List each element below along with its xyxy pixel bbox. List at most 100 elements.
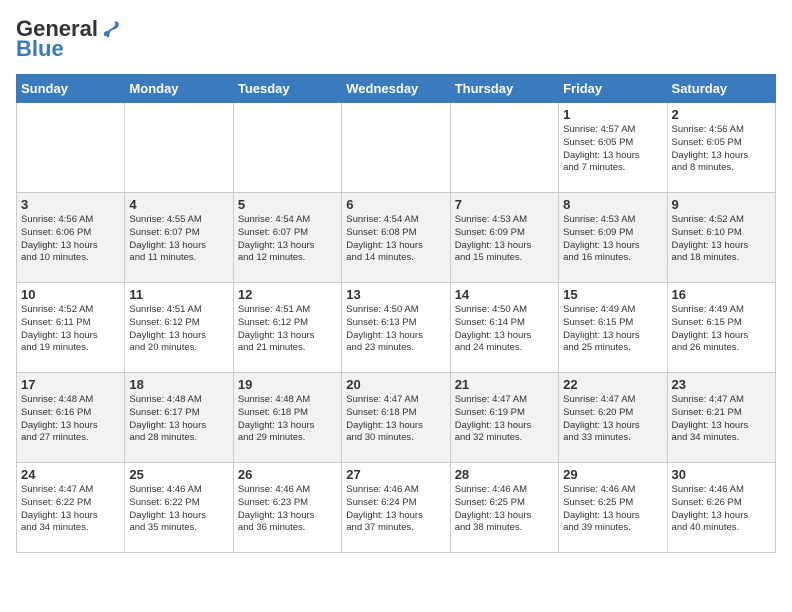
cell-daylight-info: Sunrise: 4:46 AM Sunset: 6:23 PM Dayligh… [238,484,337,535]
calendar-week-row: 10 Sunrise: 4:52 AM Sunset: 6:11 PM Dayli… [17,283,776,373]
day-number: 15 [563,287,662,302]
day-number: 16 [672,287,771,302]
cell-daylight-info: Sunrise: 4:46 AM Sunset: 6:22 PM Dayligh… [129,484,228,535]
cell-daylight-info: Sunrise: 4:46 AM Sunset: 6:26 PM Dayligh… [672,484,771,535]
calendar-cell: 18 Sunrise: 4:48 AM Sunset: 6:17 PM Dayli… [125,373,233,463]
cell-daylight-info: Sunrise: 4:47 AM Sunset: 6:18 PM Dayligh… [346,394,445,445]
day-number: 20 [346,377,445,392]
day-number: 19 [238,377,337,392]
day-number: 11 [129,287,228,302]
calendar-day-header: Sunday [17,75,125,103]
calendar-cell: 30 Sunrise: 4:46 AM Sunset: 6:26 PM Dayli… [667,463,775,553]
day-number: 29 [563,467,662,482]
page-header: General Blue [16,16,776,62]
day-number: 13 [346,287,445,302]
cell-daylight-info: Sunrise: 4:54 AM Sunset: 6:07 PM Dayligh… [238,214,337,265]
calendar-cell: 11 Sunrise: 4:51 AM Sunset: 6:12 PM Dayli… [125,283,233,373]
calendar-day-header: Monday [125,75,233,103]
cell-daylight-info: Sunrise: 4:54 AM Sunset: 6:08 PM Dayligh… [346,214,445,265]
day-number: 1 [563,107,662,122]
cell-daylight-info: Sunrise: 4:50 AM Sunset: 6:13 PM Dayligh… [346,304,445,355]
calendar-cell: 3 Sunrise: 4:56 AM Sunset: 6:06 PM Daylig… [17,193,125,283]
day-number: 9 [672,197,771,212]
cell-daylight-info: Sunrise: 4:53 AM Sunset: 6:09 PM Dayligh… [455,214,554,265]
calendar-cell: 15Sunrise: 4:49 AM Sunset: 6:15 PM Dayli… [559,283,667,373]
cell-daylight-info: Sunrise: 4:49 AM Sunset: 6:15 PM Dayligh… [672,304,771,355]
calendar-cell: 13 Sunrise: 4:50 AM Sunset: 6:13 PM Dayli… [342,283,450,373]
calendar-cell: 14 Sunrise: 4:50 AM Sunset: 6:14 PM Dayli… [450,283,558,373]
day-number: 18 [129,377,228,392]
calendar-cell [450,103,558,193]
cell-daylight-info: Sunrise: 4:51 AM Sunset: 6:12 PM Dayligh… [129,304,228,355]
logo-blue-text: Blue [16,36,64,62]
calendar-day-header: Tuesday [233,75,341,103]
calendar-cell: 29 Sunrise: 4:46 AM Sunset: 6:25 PM Dayli… [559,463,667,553]
day-number: 5 [238,197,337,212]
calendar-cell: 24Sunrise: 4:47 AM Sunset: 6:22 PM Dayli… [17,463,125,553]
calendar-cell [233,103,341,193]
cell-daylight-info: Sunrise: 4:46 AM Sunset: 6:25 PM Dayligh… [563,484,662,535]
logo: General Blue [16,16,122,62]
cell-daylight-info: Sunrise: 4:56 AM Sunset: 6:05 PM Dayligh… [672,124,771,175]
calendar-cell: 1 Sunrise: 4:57 AM Sunset: 6:05 PM Daylig… [559,103,667,193]
calendar-day-header: Thursday [450,75,558,103]
calendar-cell: 27Sunrise: 4:46 AM Sunset: 6:24 PM Dayli… [342,463,450,553]
calendar-week-row: 1 Sunrise: 4:57 AM Sunset: 6:05 PM Daylig… [17,103,776,193]
calendar-cell: 28Sunrise: 4:46 AM Sunset: 6:25 PM Dayli… [450,463,558,553]
cell-daylight-info: Sunrise: 4:52 AM Sunset: 6:10 PM Dayligh… [672,214,771,265]
calendar-cell: 16 Sunrise: 4:49 AM Sunset: 6:15 PM Dayli… [667,283,775,373]
day-number: 27 [346,467,445,482]
cell-daylight-info: Sunrise: 4:57 AM Sunset: 6:05 PM Dayligh… [563,124,662,175]
day-number: 23 [672,377,771,392]
calendar-body: 1 Sunrise: 4:57 AM Sunset: 6:05 PM Daylig… [17,103,776,553]
day-number: 6 [346,197,445,212]
day-number: 4 [129,197,228,212]
calendar-cell: 9 Sunrise: 4:52 AM Sunset: 6:10 PM Daylig… [667,193,775,283]
day-number: 3 [21,197,120,212]
cell-daylight-info: Sunrise: 4:55 AM Sunset: 6:07 PM Dayligh… [129,214,228,265]
calendar-cell: 5 Sunrise: 4:54 AM Sunset: 6:07 PM Daylig… [233,193,341,283]
calendar-week-row: 24Sunrise: 4:47 AM Sunset: 6:22 PM Dayli… [17,463,776,553]
calendar-week-row: 3 Sunrise: 4:56 AM Sunset: 6:06 PM Daylig… [17,193,776,283]
cell-daylight-info: Sunrise: 4:50 AM Sunset: 6:14 PM Dayligh… [455,304,554,355]
calendar-cell: 17Sunrise: 4:48 AM Sunset: 6:16 PM Dayli… [17,373,125,463]
calendar-cell: 10 Sunrise: 4:52 AM Sunset: 6:11 PM Dayli… [17,283,125,373]
day-number: 2 [672,107,771,122]
calendar-cell: 6 Sunrise: 4:54 AM Sunset: 6:08 PM Daylig… [342,193,450,283]
calendar-cell: 26 Sunrise: 4:46 AM Sunset: 6:23 PM Dayli… [233,463,341,553]
calendar-week-row: 17Sunrise: 4:48 AM Sunset: 6:16 PM Dayli… [17,373,776,463]
calendar-day-header: Saturday [667,75,775,103]
calendar-cell: 20 Sunrise: 4:47 AM Sunset: 6:18 PM Dayli… [342,373,450,463]
cell-daylight-info: Sunrise: 4:51 AM Sunset: 6:12 PM Dayligh… [238,304,337,355]
calendar-cell: 8Sunrise: 4:53 AM Sunset: 6:09 PM Daylig… [559,193,667,283]
calendar-cell [342,103,450,193]
day-number: 30 [672,467,771,482]
cell-daylight-info: Sunrise: 4:47 AM Sunset: 6:20 PM Dayligh… [563,394,662,445]
calendar-day-header: Wednesday [342,75,450,103]
calendar-cell: 22 Sunrise: 4:47 AM Sunset: 6:20 PM Dayli… [559,373,667,463]
day-number: 14 [455,287,554,302]
calendar-table: SundayMondayTuesdayWednesdayThursdayFrid… [16,74,776,553]
calendar-cell: 7 Sunrise: 4:53 AM Sunset: 6:09 PM Daylig… [450,193,558,283]
calendar-cell: 4 Sunrise: 4:55 AM Sunset: 6:07 PM Daylig… [125,193,233,283]
cell-daylight-info: Sunrise: 4:52 AM Sunset: 6:11 PM Dayligh… [21,304,120,355]
logo-bird-icon [100,18,122,40]
cell-daylight-info: Sunrise: 4:48 AM Sunset: 6:18 PM Dayligh… [238,394,337,445]
day-number: 8 [563,197,662,212]
day-number: 22 [563,377,662,392]
day-number: 21 [455,377,554,392]
cell-daylight-info: Sunrise: 4:47 AM Sunset: 6:19 PM Dayligh… [455,394,554,445]
day-number: 7 [455,197,554,212]
calendar-cell: 19 Sunrise: 4:48 AM Sunset: 6:18 PM Dayli… [233,373,341,463]
day-number: 25 [129,467,228,482]
day-number: 10 [21,287,120,302]
calendar-cell [125,103,233,193]
cell-daylight-info: Sunrise: 4:48 AM Sunset: 6:17 PM Dayligh… [129,394,228,445]
day-number: 28 [455,467,554,482]
calendar-cell: 25 Sunrise: 4:46 AM Sunset: 6:22 PM Dayli… [125,463,233,553]
calendar-cell: 12Sunrise: 4:51 AM Sunset: 6:12 PM Dayli… [233,283,341,373]
cell-daylight-info: Sunrise: 4:56 AM Sunset: 6:06 PM Dayligh… [21,214,120,265]
calendar-cell: 2 Sunrise: 4:56 AM Sunset: 6:05 PM Daylig… [667,103,775,193]
calendar-header-row: SundayMondayTuesdayWednesdayThursdayFrid… [17,75,776,103]
day-number: 26 [238,467,337,482]
